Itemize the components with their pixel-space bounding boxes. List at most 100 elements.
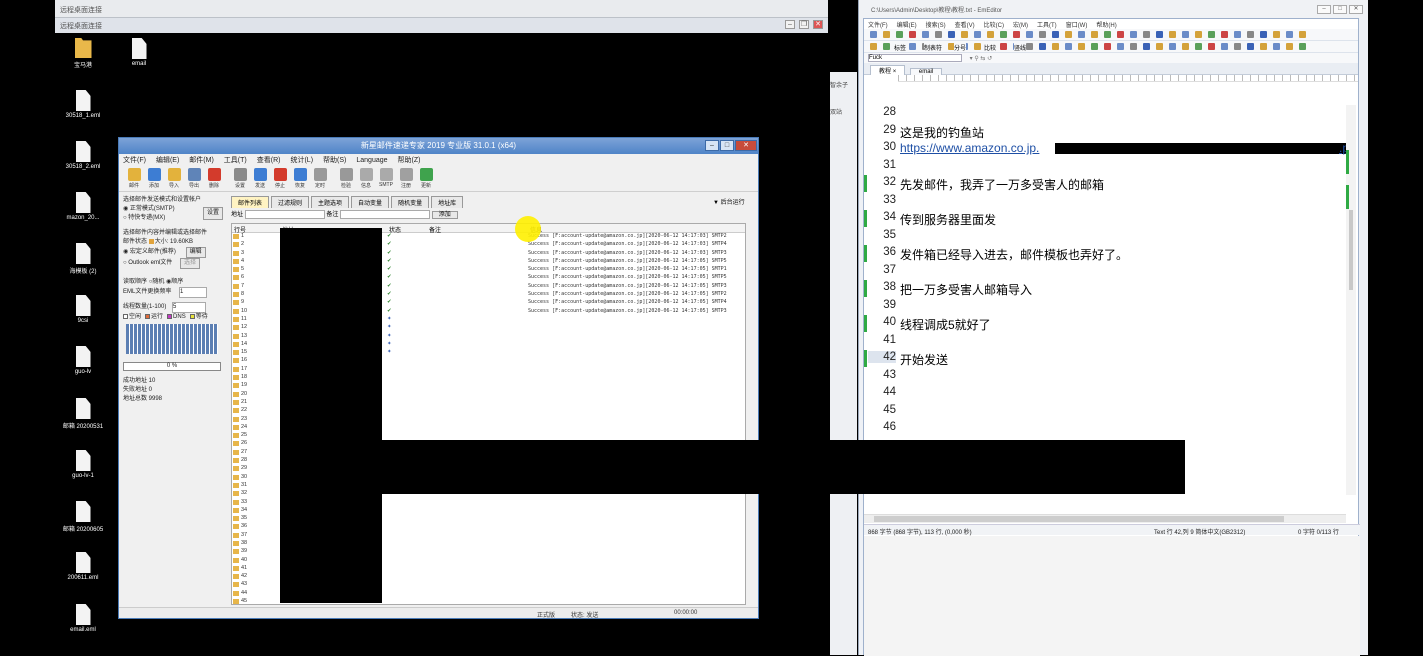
menu-item[interactable]: 文件(F) xyxy=(123,157,146,164)
horizontal-scrollbar[interactable] xyxy=(864,514,1346,523)
editor-line[interactable]: 29 这是我的钓鱼站 xyxy=(864,123,1346,141)
toolbar-icon[interactable] xyxy=(922,31,929,38)
toolbar-button[interactable]: 添加 xyxy=(145,167,163,190)
toolbar-icon[interactable] xyxy=(896,31,903,38)
menu-item[interactable]: 邮件(M) xyxy=(189,157,214,164)
toolbar-icon[interactable] xyxy=(1273,31,1280,38)
editor-line[interactable]: 31 xyxy=(864,158,1346,176)
tab-close-icon[interactable]: × xyxy=(893,69,897,75)
menu-item[interactable]: 帮助(S) xyxy=(323,157,346,164)
editor-maximize-button[interactable]: □ xyxy=(1333,5,1347,14)
close-button[interactable]: ✕ xyxy=(735,140,757,151)
menu-item[interactable]: 工具(T) xyxy=(224,157,247,164)
toolbar-icon[interactable] xyxy=(1286,31,1293,38)
editor-line[interactable]: 37 xyxy=(864,263,1346,281)
radio-smtp[interactable]: ◉ xyxy=(123,206,130,212)
mail-tab[interactable]: 地址库 xyxy=(431,196,464,208)
desktop-icon[interactable]: 邮箱 20200531 xyxy=(48,398,118,430)
radio-macro[interactable]: ◉ xyxy=(123,249,130,255)
editor-line[interactable]: 36 发件箱已经导入进去，邮件模板也弄好了。 xyxy=(864,245,1346,263)
toolbar-button[interactable]: 信息 xyxy=(357,167,375,190)
toolbar-icon[interactable] xyxy=(1195,43,1202,50)
toolbar-icon[interactable] xyxy=(1247,31,1254,38)
desktop-icon[interactable]: 9csi xyxy=(48,295,118,324)
toolbar-icon[interactable] xyxy=(1026,31,1033,38)
toolbar-icon[interactable] xyxy=(1091,31,1098,38)
vertical-scrollbar[interactable] xyxy=(1346,105,1356,495)
desktop-icon[interactable]: email xyxy=(104,38,174,67)
toolbar-text-button[interactable]: 分号 xyxy=(954,43,967,52)
toolbar-button[interactable]: 定时 xyxy=(311,167,329,190)
desktop-icon[interactable]: 海模板 (2) xyxy=(48,243,118,275)
toolbar-button[interactable]: 删除 xyxy=(205,167,223,190)
toolbar-icon[interactable] xyxy=(1117,31,1124,38)
tab-email[interactable]: email xyxy=(909,68,943,75)
toolbar-icon[interactable] xyxy=(1052,31,1059,38)
mail-tab[interactable]: 邮件列表 xyxy=(231,196,270,208)
toolbar-text-button[interactable]: 制表符 xyxy=(924,43,943,52)
toolbar-button[interactable]: 检验 xyxy=(337,167,355,190)
mail-tab[interactable]: 过滤规则 xyxy=(271,196,310,208)
toolbar-icon[interactable] xyxy=(1299,31,1306,38)
toolbar-icon[interactable] xyxy=(961,31,968,38)
toolbar-icon[interactable] xyxy=(1260,31,1267,38)
edit-button[interactable]: 编辑 xyxy=(185,247,206,258)
toolbar-button[interactable]: 设置 xyxy=(231,167,249,190)
toolbar-icon[interactable] xyxy=(987,31,994,38)
toolbar-icon[interactable] xyxy=(1117,43,1124,50)
toolbar-button[interactable]: 恢复 xyxy=(291,167,309,190)
toolbar-icon[interactable] xyxy=(1208,31,1215,38)
add-button[interactable]: 添加 xyxy=(431,211,458,219)
toolbar-icon[interactable] xyxy=(1039,31,1046,38)
menu-item[interactable]: 统计(L) xyxy=(290,157,313,164)
toolbar-icon[interactable] xyxy=(1234,31,1241,38)
toolbar-icon[interactable] xyxy=(1195,31,1202,38)
menu-item[interactable]: 编辑(E) xyxy=(156,157,179,164)
desktop-icon[interactable]: mazon_20... xyxy=(48,192,118,221)
scroll-thumb[interactable] xyxy=(1349,210,1353,290)
toolbar-button[interactable]: 注册 xyxy=(397,167,415,190)
editor-line[interactable]: 32 先发邮件，我弄了一万多受害人的邮箱 xyxy=(864,175,1346,193)
editor-line[interactable]: 40 线程调成5就好了 xyxy=(864,315,1346,333)
find-input[interactable]: Fuck xyxy=(868,54,962,62)
toolbar-icon[interactable] xyxy=(1221,31,1228,38)
desktop-icon[interactable]: 200611.eml xyxy=(48,552,118,581)
toolbar-icon[interactable] xyxy=(883,43,890,50)
editor-minimize-button[interactable]: – xyxy=(1317,5,1331,14)
editor-close-button[interactable]: ✕ xyxy=(1349,5,1363,14)
toolbar-icon[interactable] xyxy=(1065,43,1072,50)
editor-line[interactable]: 39 xyxy=(864,298,1346,316)
toolbar-icon[interactable] xyxy=(1013,31,1020,38)
hscroll-thumb[interactable] xyxy=(874,516,1284,522)
toolbar-icon[interactable] xyxy=(1039,43,1046,50)
toolbar-icon[interactable] xyxy=(1078,43,1085,50)
toolbar-icon[interactable] xyxy=(1273,43,1280,50)
toolbar-icon[interactable] xyxy=(1078,31,1085,38)
desktop-icon[interactable]: guo-lv xyxy=(48,346,118,375)
toolbar-icon[interactable] xyxy=(1156,43,1163,50)
toolbar-icon[interactable] xyxy=(1299,43,1306,50)
toolbar-icon[interactable] xyxy=(1221,43,1228,50)
maximize-button[interactable]: □ xyxy=(720,140,734,151)
toolbar-text-button[interactable]: 竖线 xyxy=(1014,43,1027,52)
menu-item[interactable]: 查看(R) xyxy=(257,157,281,164)
editor-line[interactable]: 45 xyxy=(864,403,1346,421)
toolbar-icon[interactable] xyxy=(1143,31,1150,38)
toolbar-icon[interactable] xyxy=(1000,31,1007,38)
settings-button[interactable]: 设置 xyxy=(203,207,224,220)
filter-note-input[interactable] xyxy=(340,209,431,219)
editor-line[interactable]: 46 xyxy=(864,420,1346,438)
select-button[interactable]: 选择 xyxy=(179,258,200,269)
minimize-button[interactable]: – xyxy=(705,140,719,151)
desktop-icon[interactable]: guo-lv-1 xyxy=(48,450,118,479)
toolbar-icon[interactable] xyxy=(1156,31,1163,38)
mail-tab[interactable]: 主题选项 xyxy=(311,196,350,208)
desktop-icon[interactable]: 30518_2.eml xyxy=(48,141,118,170)
restore-button[interactable]: ❐ xyxy=(799,20,809,29)
toolbar-icon[interactable] xyxy=(1104,31,1111,38)
toolbar-icon[interactable] xyxy=(974,31,981,38)
toolbar-icon[interactable] xyxy=(1143,43,1150,50)
desktop-icon[interactable]: email.eml xyxy=(48,604,118,633)
toolbar-icon[interactable] xyxy=(1182,31,1189,38)
toolbar-icon[interactable] xyxy=(974,43,981,50)
